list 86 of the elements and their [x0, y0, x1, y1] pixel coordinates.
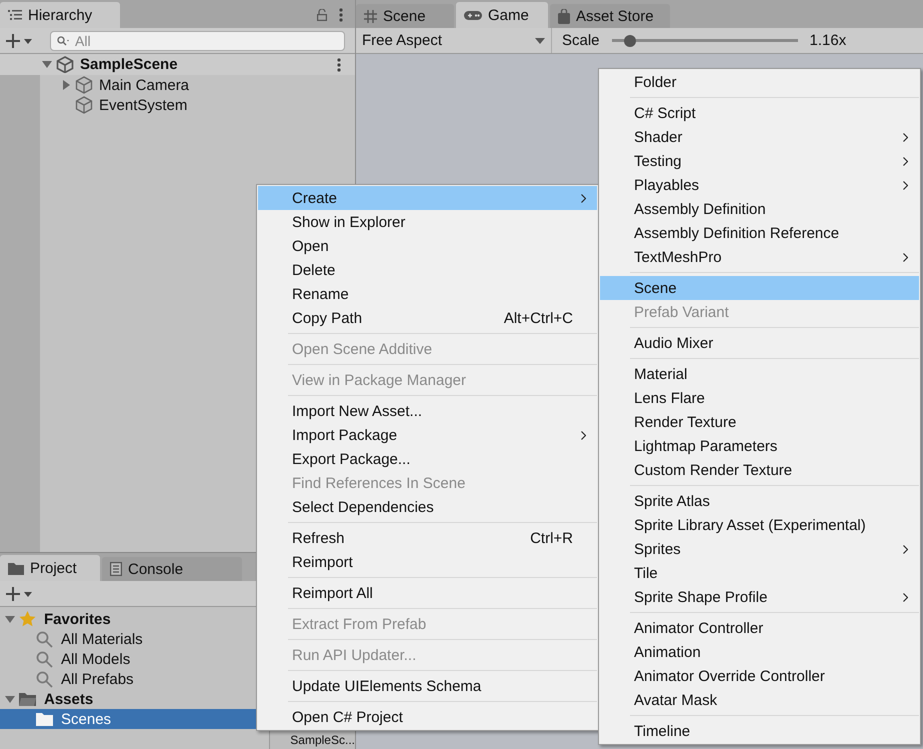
menu-item[interactable]: Testing [600, 149, 919, 173]
star-icon [19, 611, 36, 627]
expanded-arrow-icon[interactable] [42, 61, 52, 68]
menu-item[interactable]: C# Script [600, 101, 919, 125]
menu-item[interactable]: Refresh Ctrl+R [258, 526, 597, 550]
gamepad-icon [464, 10, 482, 20]
panel-tab[interactable]: Asset Store [550, 4, 670, 28]
tree-item-label[interactable]: All Models [61, 650, 130, 668]
menu-item[interactable]: Select Dependencies [258, 495, 597, 519]
tree-item-label[interactable]: All Prefabs [61, 670, 134, 688]
kebab-menu-icon[interactable] [339, 8, 343, 22]
menu-item[interactable]: Animator Controller [600, 616, 919, 640]
menu-item[interactable]: Export Package... [258, 447, 597, 471]
panel-tab[interactable]: Project [0, 555, 100, 581]
folder-icon [19, 692, 36, 706]
menu-item[interactable]: Scene [600, 276, 919, 300]
menu-item[interactable]: Sprite Shape Profile [600, 585, 919, 609]
menu-item[interactable]: Animation [600, 640, 919, 664]
add-dropdown-icon[interactable] [6, 586, 32, 600]
panel-tab[interactable]: Hierarchy [0, 2, 120, 28]
panel-tab[interactable]: Scene [356, 4, 454, 28]
shopping-bag-icon [558, 8, 570, 24]
menu-item[interactable]: Open [258, 234, 597, 258]
tree-item-label[interactable]: Scenes [61, 710, 112, 728]
tree-item-label[interactable]: Assets [44, 690, 94, 708]
tree-item-label[interactable]: Favorites [44, 610, 111, 628]
menu-item[interactable]: Tile [600, 561, 919, 585]
menu-item[interactable]: Lens Flare [600, 386, 919, 410]
tree-item-label[interactable]: SampleScene [80, 56, 178, 73]
menu-item[interactable]: Update UIElements Schema [258, 674, 597, 698]
menu-item[interactable]: Render Texture [600, 410, 919, 434]
menu-item[interactable]: Import New Asset... [258, 399, 597, 423]
grid-icon [364, 10, 377, 22]
menu-item[interactable]: Assembly Definition [600, 197, 919, 221]
menu-item[interactable]: Folder [600, 70, 919, 94]
menu-item[interactable]: Sprite Atlas [600, 489, 919, 513]
menu-item[interactable]: Import Package [258, 423, 597, 447]
menu-item[interactable]: Copy Path Alt+Ctrl+C [258, 306, 597, 330]
menu-item[interactable]: Audio Mixer [600, 331, 919, 355]
folder-icon [8, 562, 24, 574]
menu-item[interactable]: Shader [600, 125, 919, 149]
cube-icon [75, 76, 93, 94]
kebab-menu-icon[interactable] [337, 58, 341, 72]
menu-item[interactable]: Delete [258, 258, 597, 282]
folder-icon [36, 712, 53, 726]
menu-item[interactable]: Rename [258, 282, 597, 306]
panel-tab[interactable]: Console [102, 557, 242, 581]
slider-thumb[interactable] [624, 34, 636, 46]
menu-item[interactable]: Timeline [600, 719, 919, 743]
menu-item[interactable]: Sprites [600, 537, 919, 561]
scale-label: Scale [562, 32, 600, 49]
menu-item[interactable]: Animator Override Controller [600, 664, 919, 688]
menu-item[interactable]: Custom Render Texture [600, 458, 919, 482]
scene-header-row[interactable]: SampleScene [0, 54, 355, 75]
menu-item[interactable]: Reimport [258, 550, 597, 574]
search-icon [36, 650, 53, 668]
menu-item[interactable]: Create [258, 186, 597, 210]
collapsed-arrow-icon[interactable] [62, 80, 70, 90]
expanded-arrow-icon[interactable] [5, 616, 15, 622]
menu-item[interactable]: TextMeshPro [600, 245, 919, 269]
console-icon [110, 562, 122, 576]
caret-icon [535, 38, 545, 44]
lock-icon[interactable] [317, 9, 327, 21]
add-dropdown-icon[interactable] [6, 34, 32, 48]
menu-item[interactable]: Assembly Definition Reference [600, 221, 919, 245]
menu-item[interactable]: Material [600, 362, 919, 386]
panel-tab[interactable]: Game [456, 2, 548, 28]
menu-item[interactable]: Playables [600, 173, 919, 197]
tree-item-label[interactable]: Main Camera [99, 76, 190, 94]
search-icon [36, 630, 53, 648]
cube-icon [75, 96, 93, 114]
search-icon [36, 670, 53, 688]
shortcut-label: Ctrl+R [530, 530, 573, 546]
search-field[interactable]: All [50, 30, 345, 50]
menu-item[interactable]: Sprite Library Asset (Experimental) [600, 513, 919, 537]
menu-item[interactable]: Avatar Mask [600, 688, 919, 712]
tree-item-label[interactable]: All Materials [61, 630, 143, 648]
asset-label[interactable]: SampleSc... [290, 733, 355, 747]
menu-item[interactable]: Reimport All [258, 581, 597, 605]
scale-value: 1.16x [810, 32, 846, 49]
menu-item[interactable]: Lightmap Parameters [600, 434, 919, 458]
menu-item[interactable]: Show in Explorer [258, 210, 597, 234]
expanded-arrow-icon[interactable] [5, 696, 15, 702]
tree-item-label[interactable]: EventSystem [99, 96, 188, 114]
list-icon [8, 9, 22, 21]
shortcut-label: Alt+Ctrl+C [504, 310, 573, 326]
